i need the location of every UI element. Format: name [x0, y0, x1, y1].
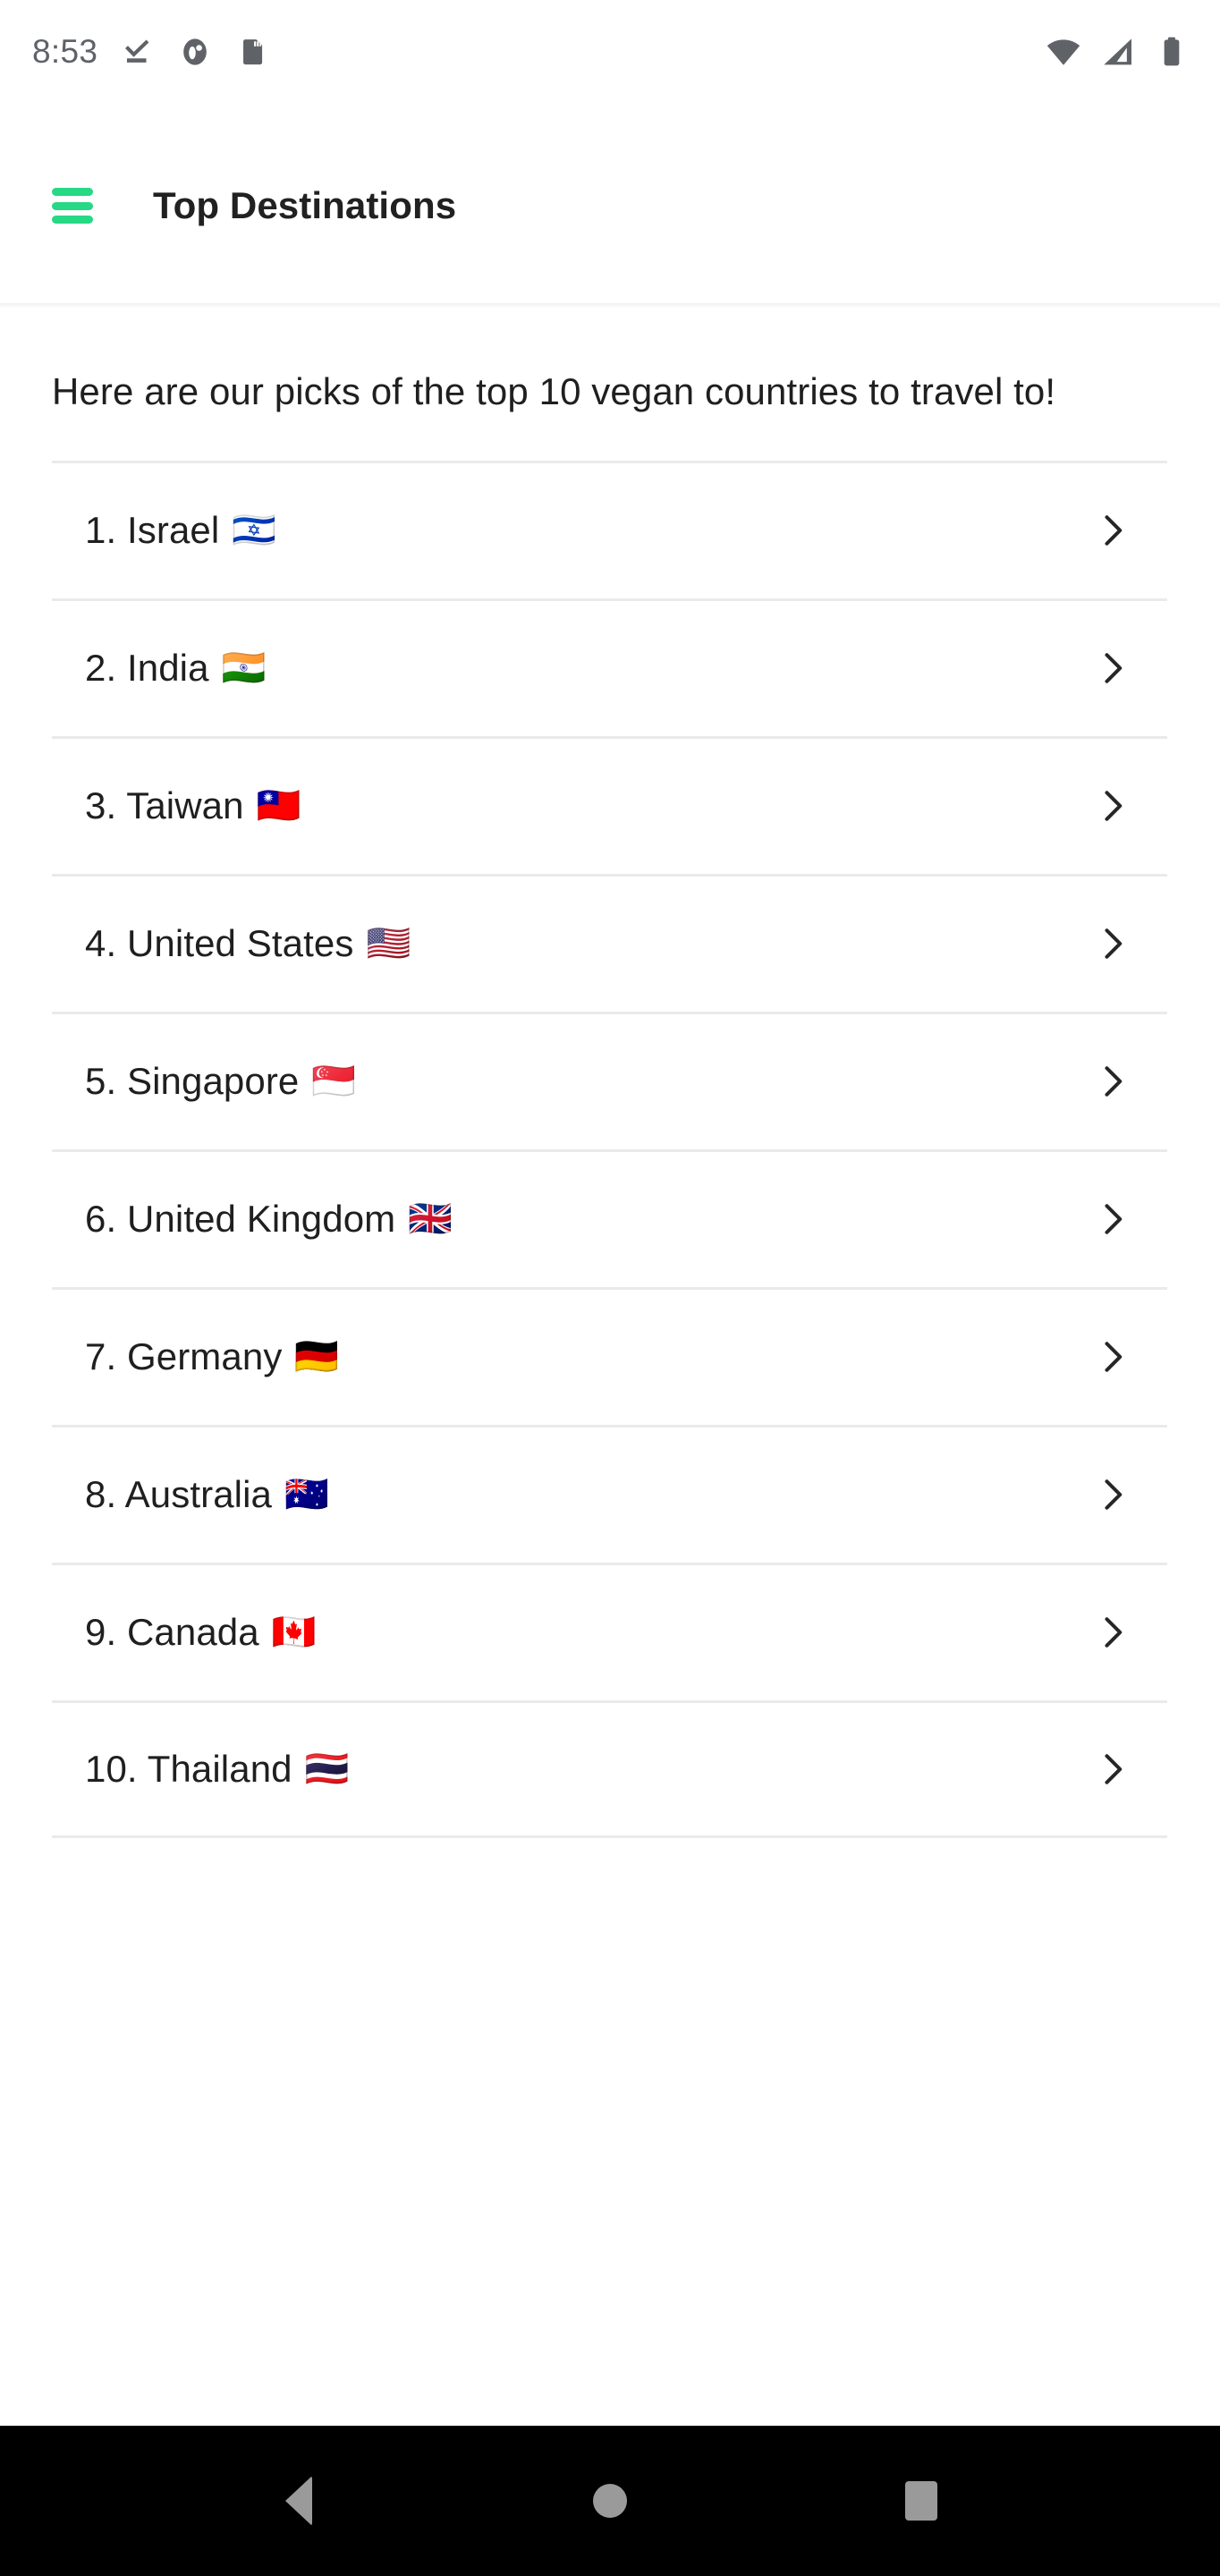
destination-label: 4. United States 🇺🇸 — [85, 925, 411, 962]
flag-icon: 🇨🇦 — [271, 1612, 317, 1654]
home-circle-icon — [593, 2484, 627, 2518]
chevron-right-icon[interactable] — [1092, 1336, 1133, 1377]
nav-back-button[interactable] — [245, 2465, 352, 2537]
status-bar-left: 8:53 — [32, 35, 269, 69]
battery-icon — [1154, 34, 1190, 70]
download-complete-icon — [121, 35, 155, 69]
hamburger-bar-1 — [52, 188, 93, 196]
main-content: Here are our picks of the top 10 vegan c… — [0, 309, 1220, 2426]
destination-label: 6. United Kingdom 🇬🇧 — [85, 1200, 453, 1238]
nav-home-button[interactable] — [556, 2465, 664, 2537]
flag-icon: 🇹🇼 — [256, 785, 301, 827]
destination-label: 2. India 🇮🇳 — [85, 649, 266, 687]
flag-icon: 🇮🇱 — [232, 510, 277, 552]
list-item[interactable]: 8. Australia 🇦🇺 — [52, 1424, 1167, 1563]
destination-label: 10. Thailand 🇹🇭 — [85, 1750, 350, 1788]
list-item[interactable]: 1. Israel 🇮🇱 — [52, 460, 1167, 598]
chevron-right-icon[interactable] — [1092, 648, 1133, 689]
hamburger-bar-2 — [52, 201, 93, 210]
recents-square-icon — [905, 2481, 937, 2521]
chevron-right-icon[interactable] — [1092, 923, 1133, 964]
status-bar-left-icons — [121, 35, 269, 69]
chevron-right-icon[interactable] — [1092, 510, 1133, 551]
flag-icon: 🇩🇪 — [294, 1336, 340, 1378]
cellular-signal-icon — [1100, 34, 1136, 70]
destination-name: 5. Singapore — [85, 1060, 300, 1103]
list-item[interactable]: 4. United States 🇺🇸 — [52, 873, 1167, 1012]
chevron-right-icon[interactable] — [1092, 1749, 1133, 1790]
app-bar: Top Destinations — [0, 103, 1220, 309]
list-item[interactable]: 9. Canada 🇨🇦 — [52, 1562, 1167, 1700]
destination-name: 6. United Kingdom — [85, 1198, 396, 1241]
destination-name: 10. Thailand — [85, 1747, 292, 1790]
destination-name: 3. Taiwan — [85, 784, 244, 827]
flag-icon: 🇸🇬 — [311, 1061, 357, 1103]
intro-text: Here are our picks of the top 10 vegan c… — [52, 370, 1056, 412]
list-item[interactable]: 6. United Kingdom 🇬🇧 — [52, 1148, 1167, 1287]
hamburger-bar-3 — [52, 216, 93, 224]
app-notification-icon — [178, 35, 212, 69]
list-item[interactable]: 2. India 🇮🇳 — [52, 597, 1167, 736]
nav-recents-button[interactable] — [868, 2465, 975, 2537]
destination-label: 3. Taiwan 🇹🇼 — [85, 787, 301, 825]
destination-label: 1. Israel 🇮🇱 — [85, 512, 276, 549]
phone-screen: 8:53 Top Destinations Here are our picks… — [0, 0, 1220, 2576]
destination-name: 9. Canada — [85, 1611, 259, 1654]
status-bar: 8:53 — [0, 0, 1220, 103]
flag-icon: 🇹🇭 — [304, 1748, 350, 1790]
page-title: Top Destinations — [153, 184, 457, 226]
chevron-right-icon[interactable] — [1092, 785, 1133, 826]
destination-name: 2. India — [85, 647, 209, 690]
sd-card-icon — [235, 35, 269, 69]
destinations-list: 1. Israel 🇮🇱 2. India 🇮🇳 3. Taiwan 🇹🇼 4. Un… — [0, 460, 1220, 1838]
destination-label: 8. Australia 🇦🇺 — [85, 1476, 329, 1513]
flag-icon: 🇦🇺 — [284, 1474, 329, 1516]
chevron-right-icon[interactable] — [1092, 1061, 1133, 1102]
destination-label: 9. Canada 🇨🇦 — [85, 1614, 317, 1651]
destination-label: 5. Singapore 🇸🇬 — [85, 1063, 356, 1100]
destination-name: 8. Australia — [85, 1473, 272, 1516]
android-navigation-bar — [0, 2426, 1220, 2576]
hamburger-menu-icon[interactable] — [52, 188, 93, 224]
flag-icon: 🇮🇳 — [221, 648, 267, 690]
destination-name: 1. Israel — [85, 509, 220, 552]
chevron-right-icon[interactable] — [1092, 1474, 1133, 1515]
list-item[interactable]: 5. Singapore 🇸🇬 — [52, 1011, 1167, 1149]
list-item[interactable]: 10. Thailand 🇹🇭 — [52, 1699, 1167, 1838]
status-bar-right-icons — [1045, 33, 1190, 71]
back-triangle-icon — [285, 2476, 312, 2526]
chevron-right-icon[interactable] — [1092, 1199, 1133, 1240]
flag-icon: 🇬🇧 — [408, 1199, 453, 1241]
chevron-right-icon[interactable] — [1092, 1612, 1133, 1653]
list-item[interactable]: 7. Germany 🇩🇪 — [52, 1286, 1167, 1425]
list-item[interactable]: 3. Taiwan 🇹🇼 — [52, 735, 1167, 874]
wifi-icon — [1045, 33, 1082, 71]
status-bar-clock: 8:53 — [32, 33, 98, 70]
destination-label: 7. Germany 🇩🇪 — [85, 1338, 339, 1376]
flag-icon: 🇺🇸 — [366, 923, 411, 965]
destination-name: 7. Germany — [85, 1335, 283, 1378]
destination-name: 4. United States — [85, 922, 354, 965]
